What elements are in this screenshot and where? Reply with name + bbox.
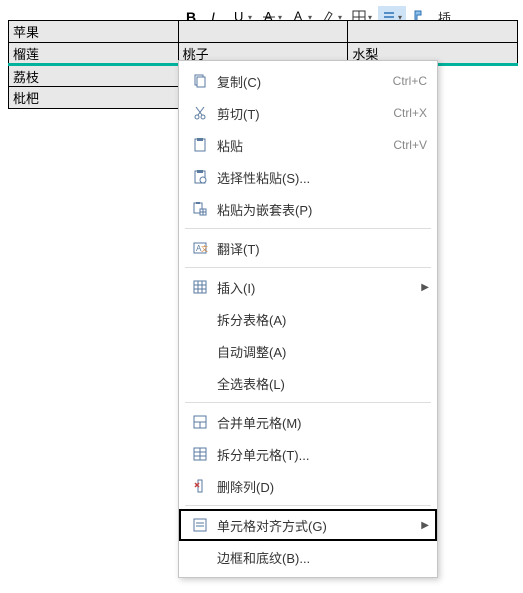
copy-icon <box>189 73 211 89</box>
menu-item[interactable]: A文翻译(T) <box>179 232 437 264</box>
menu-item-label: 粘贴为嵌套表(P) <box>211 200 427 219</box>
svg-text:文: 文 <box>201 244 208 253</box>
menu-item[interactable]: 拆分单元格(T)... <box>179 438 437 470</box>
menu-separator <box>185 267 431 268</box>
menu-item-label: 复制(C) <box>211 72 393 91</box>
menu-item-label: 翻译(T) <box>211 239 427 258</box>
paste-icon <box>189 137 211 153</box>
delete-col-icon <box>189 478 211 494</box>
menu-separator <box>185 228 431 229</box>
menu-item[interactable]: 粘贴Ctrl+V <box>179 129 437 161</box>
menu-shortcut: Ctrl+X <box>393 106 427 120</box>
menu-item-label: 选择性粘贴(S)... <box>211 168 427 187</box>
menu-item[interactable]: 拆分表格(A) <box>179 303 437 335</box>
menu-item[interactable]: 删除列(D) <box>179 470 437 502</box>
split-icon <box>189 446 211 462</box>
menu-item[interactable]: 边框和底纹(B)... <box>179 541 437 573</box>
cut-icon <box>189 105 211 121</box>
menu-item[interactable]: 复制(C)Ctrl+C <box>179 65 437 97</box>
menu-item[interactable]: 剪切(T)Ctrl+X <box>179 97 437 129</box>
merge-icon <box>189 414 211 430</box>
translate-icon: A文 <box>189 240 211 256</box>
menu-item[interactable]: 全选表格(L) <box>179 367 437 399</box>
menu-item[interactable]: 单元格对齐方式(G)▶ <box>179 509 437 541</box>
insert-icon <box>189 279 211 295</box>
menu-item-label: 单元格对齐方式(G) <box>211 516 427 535</box>
menu-item[interactable]: 粘贴为嵌套表(P) <box>179 193 437 225</box>
chevron-right-icon: ▶ <box>421 282 429 293</box>
paste-nested-icon <box>189 201 211 217</box>
table-row[interactable]: 苹果 <box>9 21 518 43</box>
menu-item-label: 边框和底纹(B)... <box>211 548 427 567</box>
menu-separator <box>185 402 431 403</box>
menu-shortcut: Ctrl+C <box>393 74 427 88</box>
chevron-right-icon: ▶ <box>421 520 429 531</box>
menu-item[interactable]: 合并单元格(M) <box>179 406 437 438</box>
menu-shortcut: Ctrl+V <box>393 138 427 152</box>
menu-separator <box>185 505 431 506</box>
menu-item[interactable]: 插入(I)▶ <box>179 271 437 303</box>
menu-item-label: 全选表格(L) <box>211 374 427 393</box>
menu-item-label: 删除列(D) <box>211 477 427 496</box>
menu-item[interactable]: 自动调整(A) <box>179 335 437 367</box>
menu-item-label: 剪切(T) <box>211 104 393 123</box>
menu-item-label: 合并单元格(M) <box>211 413 427 432</box>
menu-item-label: 插入(I) <box>211 278 427 297</box>
menu-item-label: 拆分单元格(T)... <box>211 445 427 464</box>
menu-item[interactable]: 选择性粘贴(S)... <box>179 161 437 193</box>
menu-item-label: 粘贴 <box>211 136 393 155</box>
context-menu: 复制(C)Ctrl+C剪切(T)Ctrl+X粘贴Ctrl+V选择性粘贴(S)..… <box>178 60 438 578</box>
paste-special-icon <box>189 169 211 185</box>
menu-item-label: 自动调整(A) <box>211 342 427 361</box>
menu-item-label: 拆分表格(A) <box>211 310 427 329</box>
align-icon <box>189 517 211 533</box>
